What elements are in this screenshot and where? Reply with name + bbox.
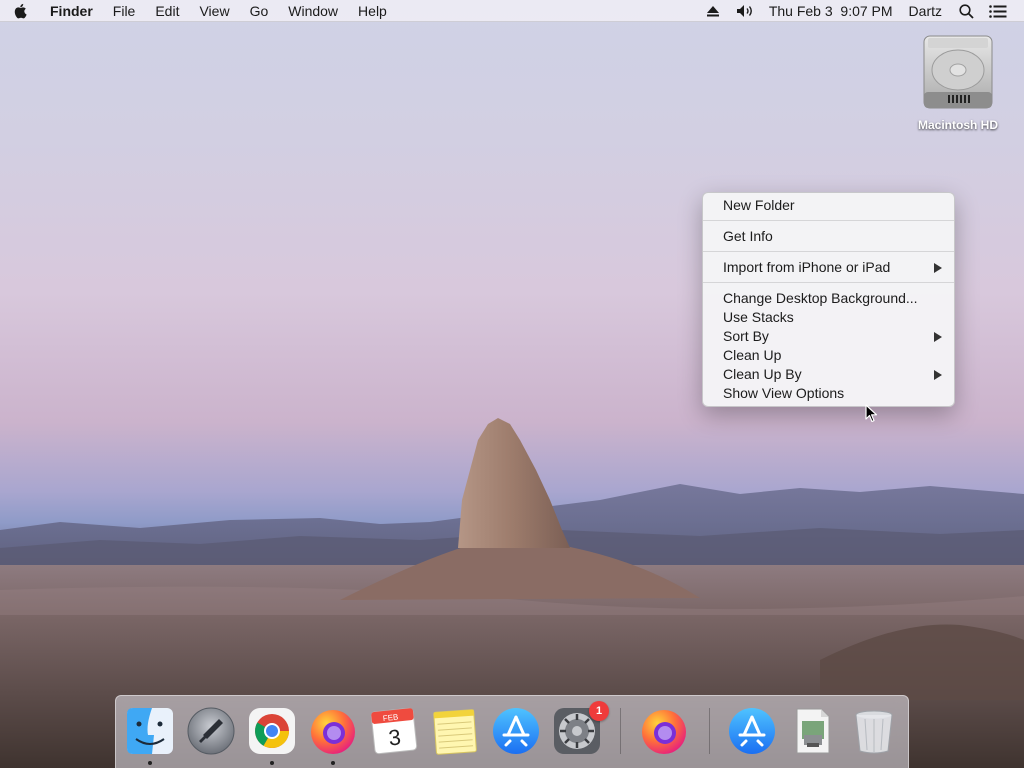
eject-icon[interactable] bbox=[697, 0, 729, 22]
dock-app-preview-file[interactable] bbox=[787, 705, 839, 757]
preview-file-icon bbox=[796, 708, 830, 754]
menu-item-clean-up-by[interactable]: Clean Up By bbox=[703, 365, 954, 384]
apple-menu-icon[interactable] bbox=[0, 0, 40, 22]
dock-app-launchpad[interactable] bbox=[185, 705, 237, 757]
menu-item-show-view-options[interactable]: Show View Options bbox=[703, 384, 954, 403]
menu-bar-left: Finder File Edit View Go Window Help bbox=[0, 0, 397, 22]
notes-icon bbox=[433, 709, 477, 755]
menu-help[interactable]: Help bbox=[348, 0, 397, 22]
menu-item-use-stacks[interactable]: Use Stacks bbox=[703, 308, 954, 327]
macintosh-hd-label: Macintosh HD bbox=[917, 118, 998, 132]
menu-item-label: New Folder bbox=[723, 197, 795, 213]
calendar-icon: FEB 3 bbox=[370, 707, 418, 755]
menu-item-get-info[interactable]: Get Info bbox=[703, 227, 954, 246]
app-store-download-icon bbox=[729, 708, 775, 754]
calendar-month: FEB bbox=[382, 712, 398, 723]
dock-divider bbox=[709, 708, 710, 754]
submenu-arrow-icon bbox=[934, 370, 942, 380]
mouse-pointer-icon bbox=[865, 404, 878, 423]
calendar-day: 3 bbox=[387, 724, 402, 750]
menu-item-label: Import from iPhone or iPad bbox=[723, 259, 891, 275]
menu-file[interactable]: File bbox=[103, 0, 146, 22]
menu-window[interactable]: Window bbox=[278, 0, 348, 22]
desktop-context-menu: New Folder Get Info Import from iPhone o… bbox=[702, 192, 955, 407]
menu-item-label: Clean Up By bbox=[723, 366, 802, 382]
menu-app-finder[interactable]: Finder bbox=[40, 0, 103, 22]
dock-app-downloads-app-store[interactable] bbox=[726, 705, 778, 757]
running-indicator bbox=[331, 761, 335, 765]
menu-clock[interactable]: Thu Feb 3 9:07 PM bbox=[761, 0, 901, 22]
dock-divider bbox=[620, 708, 621, 754]
notification-badge: 1 bbox=[589, 701, 609, 721]
menu-view[interactable]: View bbox=[189, 0, 239, 22]
chrome-icon bbox=[249, 708, 295, 754]
macintosh-hd-desktop-item[interactable]: Macintosh HD bbox=[906, 32, 1010, 144]
menu-item-label: Clean Up bbox=[723, 347, 782, 363]
notification-center-icon[interactable] bbox=[982, 0, 1014, 22]
menu-item-new-folder[interactable]: New Folder bbox=[703, 196, 954, 215]
finder-icon bbox=[127, 708, 173, 754]
menu-item-label: Get Info bbox=[723, 228, 773, 244]
dock-app-calendar[interactable]: FEB 3 bbox=[368, 705, 420, 757]
menu-item-label: Sort By bbox=[723, 328, 769, 344]
spotlight-search-icon[interactable] bbox=[950, 0, 982, 22]
hard-drive-icon bbox=[923, 35, 993, 109]
dock-app-app-store[interactable] bbox=[490, 705, 542, 757]
menu-bar-right: Thu Feb 3 9:07 PM Dartz bbox=[697, 0, 1024, 22]
menu-item-import-from-iphone[interactable]: Import from iPhone or iPad bbox=[703, 258, 954, 277]
dock-app-notes[interactable] bbox=[429, 705, 481, 757]
dock-app-finder[interactable] bbox=[124, 705, 176, 765]
launchpad-icon bbox=[187, 707, 235, 755]
menu-edit[interactable]: Edit bbox=[145, 0, 189, 22]
volume-icon[interactable] bbox=[729, 0, 761, 22]
menu-item-label: Use Stacks bbox=[723, 309, 794, 325]
menu-go[interactable]: Go bbox=[240, 0, 279, 22]
menu-item-sort-by[interactable]: Sort By bbox=[703, 327, 954, 346]
menu-bar: Finder File Edit View Go Window Help Thu… bbox=[0, 0, 1024, 22]
running-indicator bbox=[270, 761, 274, 765]
menu-item-label: Change Desktop Background... bbox=[723, 290, 918, 306]
menu-separator bbox=[703, 251, 954, 252]
menu-separator bbox=[703, 282, 954, 283]
trash-icon bbox=[855, 710, 893, 754]
menu-item-change-desktop-background[interactable]: Change Desktop Background... bbox=[703, 289, 954, 308]
dock-app-chrome[interactable] bbox=[246, 705, 298, 765]
firefox-icon bbox=[311, 710, 355, 754]
menu-user[interactable]: Dartz bbox=[901, 0, 950, 22]
submenu-arrow-icon bbox=[934, 332, 942, 342]
dock-app-firefox[interactable] bbox=[307, 705, 359, 765]
menu-item-label: Show View Options bbox=[723, 385, 845, 401]
app-store-icon bbox=[493, 708, 539, 754]
firefox-recent-icon bbox=[642, 710, 686, 754]
menu-separator bbox=[703, 220, 954, 221]
dock-app-trash[interactable] bbox=[848, 705, 900, 757]
dock-app-firefox-recent[interactable] bbox=[638, 705, 690, 757]
menu-item-clean-up[interactable]: Clean Up bbox=[703, 346, 954, 365]
running-indicator bbox=[148, 761, 152, 765]
dock: FEB 3 1 bbox=[115, 695, 909, 768]
dock-app-system-preferences[interactable]: 1 bbox=[551, 701, 609, 757]
submenu-arrow-icon bbox=[934, 263, 942, 273]
